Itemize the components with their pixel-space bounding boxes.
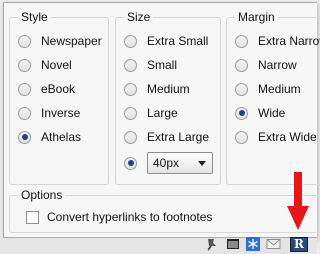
radio-extra-wide[interactable] [235, 130, 248, 144]
snowflake-icon[interactable] [246, 237, 260, 251]
margin-group-title: Margin [235, 9, 278, 25]
radio-inverse[interactable] [18, 106, 31, 120]
option-label: Newspaper [41, 34, 102, 48]
radio-large[interactable] [124, 106, 137, 120]
radio-wide[interactable] [235, 106, 248, 120]
option-label: Athelas [41, 130, 82, 144]
chevron-down-icon [198, 160, 206, 166]
option-label: Extra Narrow [258, 34, 320, 48]
option-label: Medium [258, 82, 301, 96]
option-label: Large [147, 106, 178, 120]
option-label: Inverse [41, 106, 81, 120]
margin-option-extra-narrow[interactable]: Extra Narrow [235, 32, 320, 50]
radio-extra-narrow[interactable] [235, 34, 248, 48]
size-option-custom[interactable]: 40px [124, 151, 213, 175]
option-label: Narrow [258, 58, 297, 72]
margin-option-medium[interactable]: Medium [235, 80, 301, 98]
convert-hyperlinks-checkbox[interactable] [26, 210, 39, 224]
option-label: Extra Small [147, 34, 209, 48]
margin-option-narrow[interactable]: Narrow [235, 56, 297, 74]
font-size-select[interactable]: 40px [147, 152, 213, 174]
readability-icon[interactable]: R [290, 237, 308, 252]
radio-size-medium[interactable] [124, 82, 137, 96]
option-label: Extra Large [147, 130, 210, 144]
radio-custom-size[interactable] [124, 156, 137, 170]
red-arrow-annotation [287, 172, 309, 230]
convert-hyperlinks-option[interactable]: Convert hyperlinks to footnotes [26, 208, 212, 226]
style-group: Style Newspaper Novel eBook Inverse Athe… [9, 9, 109, 185]
size-option-medium[interactable]: Medium [124, 80, 190, 98]
option-label: eBook [41, 82, 76, 96]
option-label: Novel [41, 58, 72, 72]
style-option-athelas[interactable]: Athelas [18, 128, 81, 146]
readability-settings-panel: Style Newspaper Novel eBook Inverse Athe… [3, 2, 320, 238]
radio-ebook[interactable] [18, 82, 31, 96]
style-option-novel[interactable]: Novel [18, 56, 72, 74]
radio-extra-large[interactable] [124, 130, 137, 144]
size-option-small[interactable]: Small [124, 56, 177, 74]
radio-novel[interactable] [18, 58, 31, 72]
style-option-ebook[interactable]: eBook [18, 80, 75, 98]
options-group-title: Options [18, 187, 66, 203]
option-label: Extra Wide [258, 130, 317, 144]
radio-athelas[interactable] [18, 130, 31, 144]
options-group: Options Convert hyperlinks to footnotes [9, 187, 320, 233]
size-option-large[interactable]: Large [124, 104, 178, 122]
option-label: Wide [258, 106, 286, 120]
radio-narrow[interactable] [235, 58, 248, 72]
radio-small[interactable] [124, 58, 137, 72]
size-group-title: Size [124, 9, 154, 25]
style-option-inverse[interactable]: Inverse [18, 104, 80, 122]
margin-group: Margin Extra Narrow Narrow Medium Wide E… [226, 9, 320, 185]
size-option-extra-large[interactable]: Extra Large [124, 128, 209, 146]
font-size-value: 40px [153, 156, 180, 170]
size-option-extra-small[interactable]: Extra Small [124, 32, 208, 50]
style-group-title: Style [18, 9, 51, 25]
radio-extra-small[interactable] [124, 34, 137, 48]
option-label: Medium [147, 82, 190, 96]
radio-margin-medium[interactable] [235, 82, 248, 96]
style-option-newspaper[interactable]: Newspaper [18, 32, 102, 50]
pin-icon[interactable] [205, 237, 219, 251]
margin-option-wide[interactable]: Wide [235, 104, 285, 122]
mail-icon[interactable] [266, 237, 281, 251]
size-group: Size Extra Small Small Medium Large Extr… [115, 9, 221, 185]
window-icon[interactable] [226, 237, 240, 251]
option-label: Small [147, 58, 178, 72]
readability-icon-glyph: R [294, 237, 304, 251]
radio-newspaper[interactable] [18, 34, 31, 48]
convert-hyperlinks-label: Convert hyperlinks to footnotes [47, 210, 213, 224]
margin-option-extra-wide[interactable]: Extra Wide [235, 128, 317, 146]
